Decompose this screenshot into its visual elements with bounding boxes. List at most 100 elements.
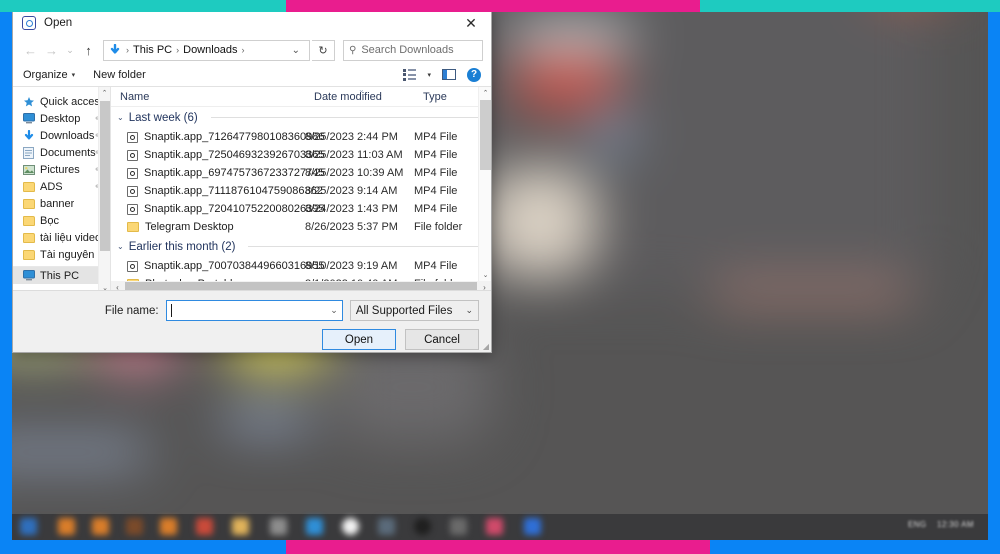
organize-button[interactable]: Organize ▾: [23, 69, 75, 81]
recent-locations-button[interactable]: ⌄: [63, 45, 77, 56]
group-divider: [248, 246, 483, 247]
sidebar-item-tài-nguyên[interactable]: Tài nguyên: [13, 246, 110, 263]
breadcrumb-item-this-pc[interactable]: This PC: [131, 44, 174, 56]
file-type-filter-select[interactable]: All Supported Files ⌄: [349, 300, 479, 321]
group-divider: [210, 117, 483, 118]
table-row[interactable]: Snaptik.app_7111876104759086362 8/25/2023…: [111, 182, 491, 200]
search-placeholder: Search Downloads: [361, 44, 454, 56]
column-header-type[interactable]: Type: [414, 91, 474, 103]
sidebar-item-ads[interactable]: ADS✐: [13, 178, 110, 195]
dialog-titlebar: Open ✕: [13, 9, 491, 37]
file-list-scrollbar[interactable]: ⌃ ⌄: [478, 87, 491, 281]
table-row[interactable]: Snaptik.app_6974757367233727745 8/25/2023…: [111, 164, 491, 182]
search-input[interactable]: ⚲ Search Downloads: [343, 39, 483, 61]
file-name-input[interactable]: ⌄: [165, 300, 343, 321]
breadcrumb[interactable]: › This PC › Downloads › ⌄: [103, 39, 310, 61]
column-headers: Name Date modified Type ⌄: [111, 87, 491, 107]
chevron-down-icon[interactable]: ⌄: [330, 305, 338, 316]
chevron-down-icon[interactable]: ⌄: [117, 113, 124, 122]
sidebar-item-desktop[interactable]: Desktop✐: [13, 110, 110, 127]
table-row[interactable]: Telegram Desktop 8/26/2023 5:37 PM File fo…: [111, 218, 491, 236]
open-button[interactable]: Open: [322, 329, 396, 350]
file-scroll-thumb[interactable]: [480, 100, 491, 170]
file-name-cell: Telegram Desktop: [111, 221, 305, 233]
file-name-label: File name:: [104, 304, 159, 317]
dialog-buttons: Open Cancel: [13, 329, 479, 350]
file-name-cell: Snaptik.app_7007038449660316955: [111, 260, 324, 272]
help-icon[interactable]: ?: [467, 67, 481, 82]
sidebar-item-downloads[interactable]: Downloads✐: [13, 127, 110, 144]
breadcrumb-item-downloads[interactable]: Downloads: [181, 44, 239, 56]
chevron-down-icon[interactable]: ⌄: [117, 242, 124, 251]
taskbar-clock[interactable]: ENG 12:30 AM: [908, 520, 974, 529]
file-type-cell: MP4 File: [414, 149, 458, 161]
file-name-text: Snaptik.app_7007038449660316955: [144, 260, 325, 272]
address-bar: ← → ⌄ ↑ › This PC › Downloads › ⌄ ↻ ⚲ Se…: [13, 37, 491, 63]
sidebar-scroll-up-icon[interactable]: ⌃: [99, 87, 110, 99]
view-options-chevron-down-icon[interactable]: ▾: [427, 71, 431, 79]
chevron-down-icon[interactable]: ⌄: [287, 45, 305, 56]
toolbar-right-group: ▾ ?: [403, 67, 481, 82]
sidebar-scrollbar[interactable]: ⌃ ⌄: [98, 87, 110, 294]
back-button[interactable]: ←: [21, 40, 40, 60]
dialog-footer: File name: ⌄ All Supported Files ⌄ Open …: [13, 290, 491, 352]
forward-button[interactable]: →: [42, 40, 61, 60]
border-strip-top-teal-right: [700, 0, 1000, 12]
sidebar-item-label: Documents: [40, 146, 96, 159]
taskbar[interactable]: ENG 12:30 AM: [12, 514, 988, 540]
sidebar-item-this-pc[interactable]: This PC: [13, 266, 110, 284]
sidebar-item-banner[interactable]: banner: [13, 195, 110, 212]
sidebar-scroll-thumb[interactable]: [100, 101, 110, 251]
up-button[interactable]: ↑: [79, 40, 98, 60]
search-icon: ⚲: [349, 44, 357, 56]
file-date-cell: 8/26/2023 5:37 PM: [305, 221, 398, 233]
folder-icon: [127, 222, 139, 232]
cancel-button[interactable]: Cancel: [405, 329, 479, 350]
border-strip-bottom-blue-left: [0, 540, 286, 554]
file-type-cell: MP4 File: [414, 131, 458, 143]
file-group-header[interactable]: ⌄ Last week (6): [111, 107, 491, 128]
view-layout-icon[interactable]: [403, 68, 417, 81]
mp4-file-icon: [127, 131, 138, 143]
border-strip-top-teal-left: [0, 0, 286, 12]
sidebar-item-label: Quick access: [40, 95, 106, 108]
sidebar-item-label: tài liệu video: [40, 231, 102, 244]
sidebar-item-pictures[interactable]: Pictures✐: [13, 161, 110, 178]
sidebar-item-tài-liệu-video[interactable]: tài liệu video: [13, 229, 110, 246]
new-folder-button[interactable]: New folder: [93, 69, 146, 81]
text-cursor: [170, 304, 172, 317]
this-pc-label: This PC: [40, 269, 80, 282]
dialog-body: Quick access Desktop✐Downloads✐Documents✐…: [13, 87, 491, 294]
folder-icon: [22, 232, 35, 244]
file-name-cell: Snaptik.app_7111876104759086362: [111, 185, 323, 197]
sidebar-item-documents[interactable]: Documents✐: [13, 144, 110, 161]
table-row[interactable]: Snaptik.app_7126477980108360986 8/25/2023…: [111, 128, 491, 146]
navigation-sidebar: Quick access Desktop✐Downloads✐Documents✐…: [13, 87, 111, 294]
file-scroll-down-icon[interactable]: ⌄: [479, 269, 491, 281]
refresh-icon[interactable]: ↻: [312, 39, 335, 61]
file-scroll-up-icon[interactable]: ⌃: [479, 87, 491, 99]
resize-grip[interactable]: ◢: [483, 342, 489, 351]
sidebar-item-quick-access[interactable]: Quick access: [13, 93, 110, 110]
table-row[interactable]: Snaptik.app_7204107522008026395 8/24/2023…: [111, 200, 491, 218]
dialog-title: Open: [44, 17, 73, 29]
column-header-name[interactable]: Name: [111, 91, 305, 103]
sidebar-item-bọc[interactable]: Bọc: [13, 212, 110, 229]
sidebar-item-label: Downloads: [40, 129, 95, 142]
file-type-cell: MP4 File: [414, 203, 458, 215]
preview-pane-icon[interactable]: [442, 69, 456, 80]
sidebar-items-list: Quick access Desktop✐Downloads✐Documents✐…: [13, 93, 110, 263]
folder-icon: [22, 215, 35, 227]
file-group-header[interactable]: ⌄ Earlier this month (2): [111, 236, 491, 257]
this-pc-row[interactable]: This PC: [13, 267, 110, 284]
folder-icon: [22, 249, 35, 261]
file-name-cell: Snaptik.app_7250469323926703365: [111, 149, 324, 161]
table-row[interactable]: Snaptik.app_7250469323926703365 8/25/2023…: [111, 146, 491, 164]
close-icon[interactable]: ✕: [451, 9, 491, 37]
file-type-filter-value: All Supported Files: [355, 304, 453, 317]
file-name-row: File name: ⌄ All Supported Files ⌄: [13, 300, 479, 321]
table-row[interactable]: Snaptik.app_7007038449660316955 8/10/2023…: [111, 257, 491, 275]
breadcrumb-sep-2: ›: [241, 45, 245, 55]
mp4-file-icon: [127, 167, 138, 179]
organize-label: Organize: [23, 68, 68, 81]
